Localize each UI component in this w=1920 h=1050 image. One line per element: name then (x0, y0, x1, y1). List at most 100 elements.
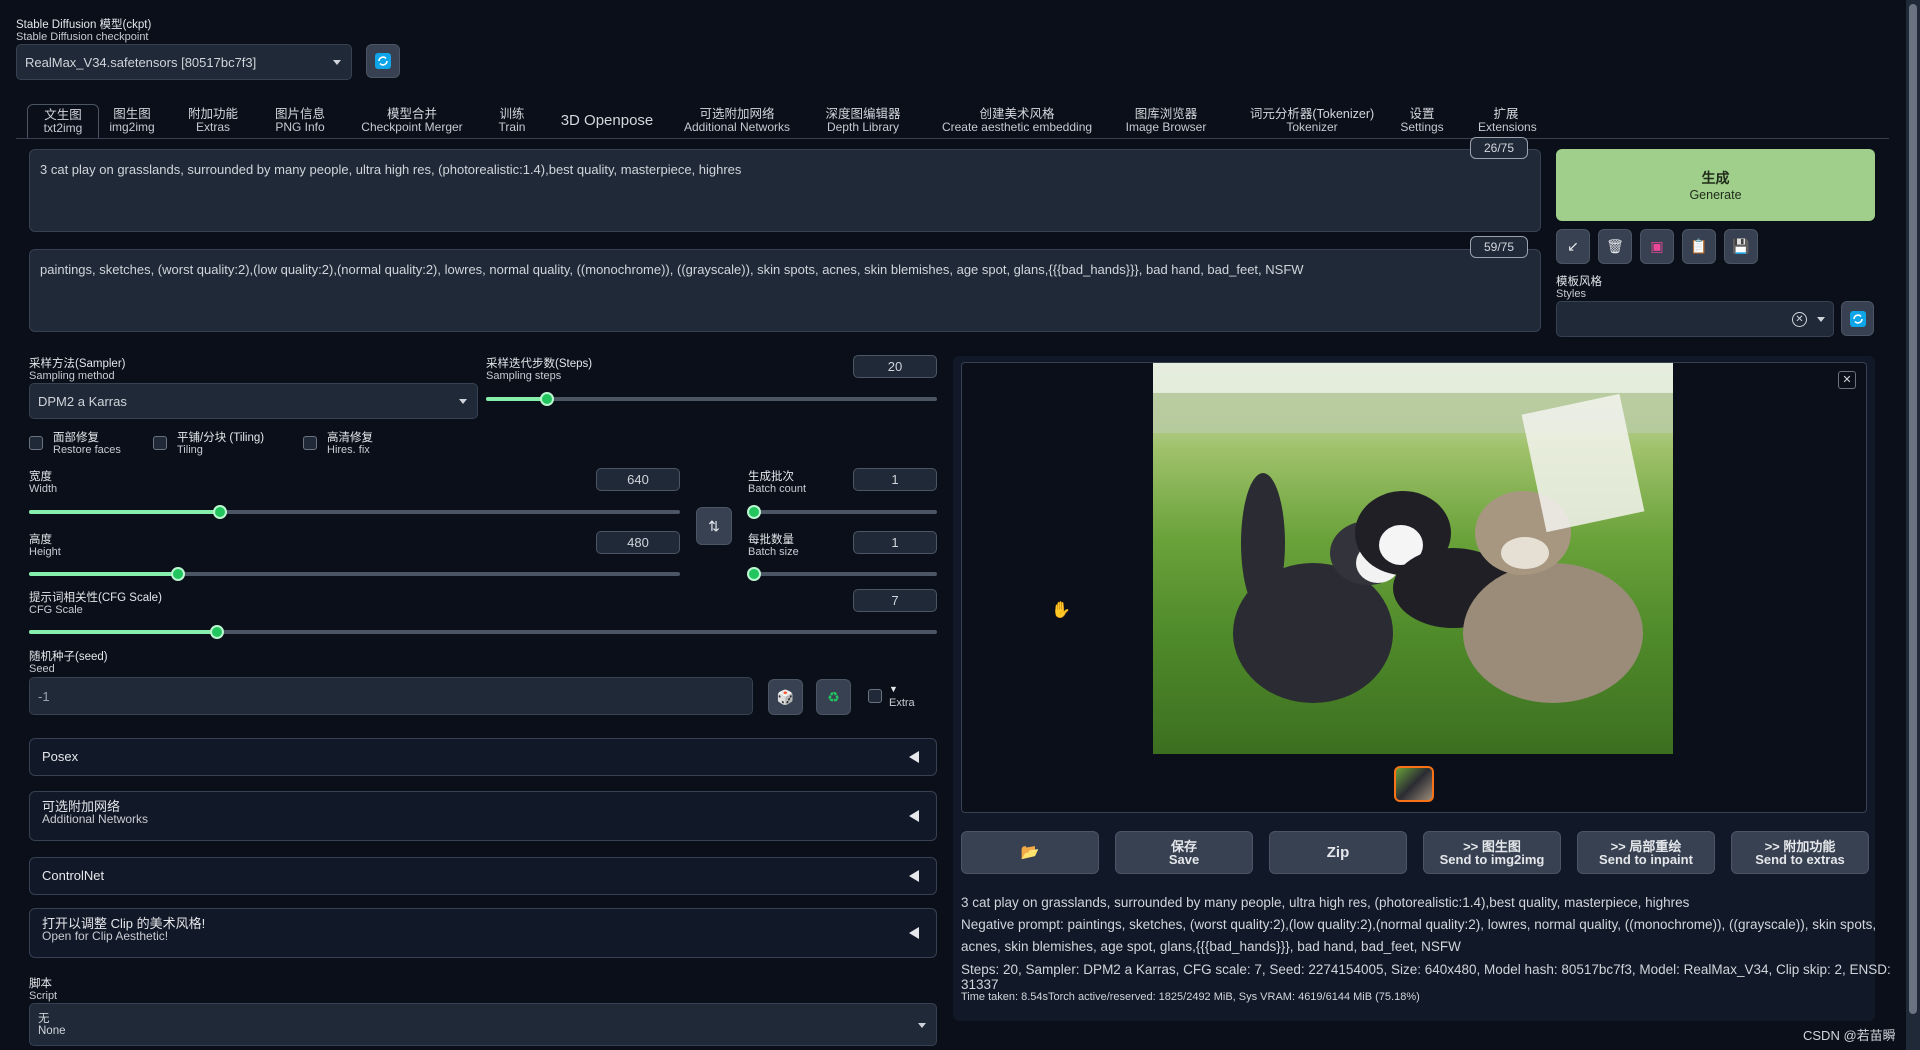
slider-thumb[interactable] (209, 625, 224, 639)
refresh-styles-button[interactable] (1841, 301, 1874, 336)
script-label: 脚本 Script (29, 978, 58, 1002)
slider-thumb[interactable] (747, 505, 761, 519)
checkbox-label: 面部修复 Restore faces (53, 432, 121, 456)
collapse-triangle-icon (909, 810, 919, 822)
output-info-time: Time taken: 8.54sTorch active/reserved: … (961, 991, 1420, 1003)
tab-label-cn: 文生图 (44, 108, 82, 122)
steps-slider[interactable] (486, 392, 937, 406)
prompt-textarea[interactable]: 3 cat play on grasslands, surrounded by … (29, 149, 1541, 232)
tab-png-info[interactable]: 图片信息 PNG Info (275, 104, 325, 138)
batch-size-label: 每批数量 Batch size (748, 534, 799, 558)
tab-image-browser[interactable]: 图库浏览器 Image Browser (1125, 104, 1207, 138)
tab-extensions[interactable]: 扩展 Extensions (1478, 104, 1537, 138)
watermark: CSDN @若苗瞬 (1803, 1028, 1896, 1043)
chevron-down-icon (918, 1022, 926, 1028)
negative-prompt-textarea[interactable]: paintings, sketches, (worst quality:2),(… (29, 249, 1541, 332)
slider-thumb[interactable] (747, 567, 761, 581)
tab-label-en: Depth Library (826, 120, 900, 134)
recycle-icon: ♻ (827, 688, 840, 705)
prompt-text: 3 cat play on grasslands, surrounded by … (40, 162, 742, 177)
styles-dropdown[interactable]: ✕ (1556, 301, 1834, 337)
accordion-controlnet[interactable]: ControlNet (29, 857, 937, 895)
cfg-slider[interactable] (29, 625, 937, 639)
tab-label-en: img2img (109, 120, 155, 134)
close-icon[interactable]: ✕ (1838, 371, 1856, 389)
slider-thumb[interactable] (213, 505, 228, 519)
zip-button[interactable]: Zip (1269, 831, 1407, 874)
generated-image[interactable] (1153, 363, 1673, 754)
send-to-img2img-button[interactable]: >> 图生图 Send to img2img (1423, 831, 1561, 874)
random-seed-button[interactable]: 🎲 (768, 679, 803, 715)
save-button[interactable]: 保存 Save (1115, 831, 1253, 874)
tab-additional-networks[interactable]: 可选附加网络 Additional Networks (681, 104, 793, 138)
extra-seed-checkbox[interactable] (868, 689, 882, 703)
checkbox-tiling[interactable] (153, 436, 167, 450)
action-label-en: Send to extras (1755, 851, 1845, 867)
slider-thumb[interactable] (540, 392, 555, 406)
accordion-additional-networks[interactable]: 可选附加网络 Additional Networks (29, 791, 937, 841)
height-label: 高度 Height (29, 534, 61, 558)
width-slider[interactable] (29, 505, 680, 519)
height-slider[interactable] (29, 567, 680, 581)
tab-label-cn: 创建美术风格 (979, 107, 1055, 121)
tab-label-cn: 模型合并 (386, 107, 437, 121)
trash-icon: 🗑 (1606, 238, 1624, 254)
page-scrollbar[interactable] (1906, 0, 1920, 1050)
tab-label-en: txt2img (43, 121, 83, 135)
clipboard-button[interactable]: 📋 (1682, 229, 1716, 264)
swap-icon: ⇅ (708, 517, 720, 534)
gallery-thumbnail[interactable] (1394, 766, 1434, 802)
tab-img2img[interactable]: 图生图 img2img (108, 104, 156, 138)
steps-input[interactable]: 20 (853, 355, 937, 378)
send-to-extras-button[interactable]: >> 附加功能 Send to extras (1731, 831, 1869, 874)
accordion-open-for-clip-aesthetic[interactable]: 打开以调整 Clip 的美术风格! Open for Clip Aesthetic… (29, 908, 937, 958)
arrow-button[interactable]: ↙ (1556, 229, 1590, 264)
batch-count-input[interactable]: 1 (853, 468, 937, 491)
slider-thumb[interactable] (171, 567, 186, 581)
tab-depth-library[interactable]: 深度图编辑器 Depth Library (823, 104, 903, 138)
output-info-prompt: 3 cat play on grasslands, surrounded by … (961, 895, 1690, 910)
generate-label-cn: 生成 (1701, 170, 1730, 186)
accordion-subtitle: Open for Clip Aesthetic! (42, 929, 169, 943)
pink-card-button[interactable]: ▣ (1640, 229, 1674, 264)
slider-fill (29, 630, 217, 634)
arrow-icon: ↙ (1567, 238, 1579, 254)
tab-settings[interactable]: 设置 Settings (1398, 104, 1446, 138)
accordion-posex[interactable]: Posex (29, 738, 937, 776)
send-to-inpaint-button[interactable]: >> 局部重绘 Send to inpaint (1577, 831, 1715, 874)
reuse-seed-button[interactable]: ♻ (816, 679, 851, 715)
tab-extras[interactable]: 附加功能 Extras (188, 104, 238, 138)
generate-button[interactable]: 生成 Generate (1556, 149, 1875, 221)
width-input[interactable]: 640 (596, 468, 680, 491)
batch-count-slider[interactable] (747, 505, 937, 519)
trash-button[interactable]: 🗑 (1598, 229, 1632, 264)
accordion-title: ControlNet (42, 868, 105, 883)
script-dropdown[interactable]: 无 None (29, 1003, 937, 1046)
tab-create-aesthetic-embedding[interactable]: 创建美术风格 Create aesthetic embedding (939, 104, 1095, 138)
tab-txt2img[interactable]: 文生图 txt2img (27, 104, 99, 138)
tab-3d-openpose[interactable]: 3D Openpose (559, 104, 655, 138)
refresh-checkpoint-button[interactable] (366, 44, 400, 78)
tab-train[interactable]: 训练 Train (498, 104, 526, 138)
accordion-subtitle: Additional Networks (42, 812, 149, 826)
batch-size-slider[interactable] (747, 567, 937, 581)
clear-icon[interactable]: ✕ (1792, 312, 1807, 327)
tab-checkpoint-merger[interactable]: 模型合并 Checkpoint Merger (360, 104, 464, 138)
tab-tokenizer[interactable]: 词元分析器(Tokenizer) Tokenizer (1238, 104, 1386, 138)
swap-dimensions-button[interactable]: ⇅ (696, 507, 732, 545)
checkbox-hires-fix[interactable] (303, 436, 317, 450)
save-button[interactable]: 💾 (1724, 229, 1758, 264)
cfg-input[interactable]: 7 (853, 589, 937, 612)
height-input[interactable]: 480 (596, 531, 680, 554)
checkbox-restore-faces[interactable] (29, 436, 43, 450)
sampler-value: DPM2 a Karras (38, 393, 127, 409)
checkpoint-dropdown[interactable]: RealMax_V34.safetensors [80517bc7f3] (16, 44, 352, 80)
sampler-label: 采样方法(Sampler) Sampling method (29, 358, 126, 382)
refresh-icon (375, 53, 391, 69)
seed-input[interactable]: -1 (29, 677, 753, 715)
mouse-cursor-icon: ✋ (1051, 602, 1071, 619)
open-folder-button[interactable]: 📂 (961, 831, 1099, 874)
tab-label-en: Extensions (1478, 120, 1537, 134)
batch-size-input[interactable]: 1 (853, 531, 937, 554)
sampler-dropdown[interactable]: DPM2 a Karras (29, 383, 478, 419)
